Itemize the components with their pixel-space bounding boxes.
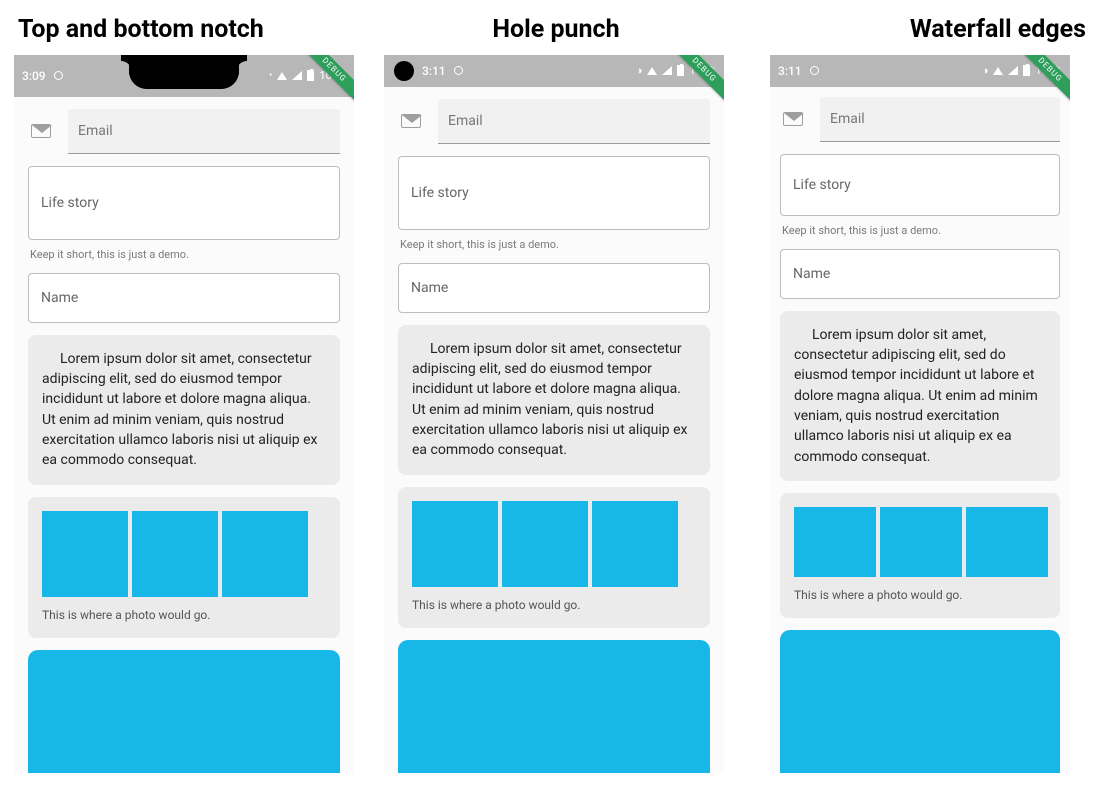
battery-icon <box>677 65 684 76</box>
name-field[interactable]: Name <box>28 273 340 323</box>
hardware-holepunch <box>394 61 414 81</box>
thumb-caption: This is where a photo would go. <box>42 607 326 624</box>
hardware-notch <box>129 55 239 89</box>
status-time: 3:11 <box>422 64 446 78</box>
lorem-text: Lorem ipsum dolor sit amet, consectetur … <box>412 339 696 461</box>
thumb-row <box>412 501 696 587</box>
dot-icon: • <box>269 70 272 81</box>
life-story-helper: Keep it short, this is just a demo. <box>780 224 1060 237</box>
thumb-image <box>132 511 218 597</box>
life-story-helper: Keep it short, this is just a demo. <box>28 248 340 261</box>
lorem-card: Lorem ipsum dolor sit amet, consectetur … <box>780 311 1060 481</box>
email-field[interactable]: Email <box>820 97 1060 142</box>
form-content: Email Life story Keep it short, this is … <box>770 87 1070 618</box>
lorem-card: Lorem ipsum dolor sit amet, consectetur … <box>398 325 710 475</box>
column-waterfall: Waterfall edges 3:11 ◑ 100% DEBUG Email <box>754 10 1086 773</box>
thumb-image <box>966 507 1048 577</box>
email-row: Email <box>780 97 1060 142</box>
life-story-field[interactable]: Life story <box>398 156 710 230</box>
life-story-field[interactable]: Life story <box>28 166 340 240</box>
name-field[interactable]: Name <box>780 249 1060 299</box>
form-content: Email Life story Keep it short, this is … <box>14 97 354 638</box>
status-app-icon <box>454 66 463 75</box>
lorem-text: Lorem ipsum dolor sit amet, consectetur … <box>42 349 326 471</box>
thumbs-card: This is where a photo would go. <box>28 497 340 638</box>
thumb-caption: This is where a photo would go. <box>794 587 1046 604</box>
status-bar: 3:11 ◑ 100% <box>770 55 1070 87</box>
signal-icon <box>292 71 302 80</box>
signal-icon <box>1008 66 1018 75</box>
device-frame: 3:11 ◑ 100% DEBUG Email Life story Keep … <box>770 55 1070 773</box>
column-notch: Top and bottom notch 3:09 • 100% DEBUG E <box>14 10 354 773</box>
eye-icon: ◑ <box>982 64 989 77</box>
email-field[interactable]: Email <box>438 99 710 144</box>
column-title: Hole punch <box>384 10 724 55</box>
thumb-image <box>42 511 128 597</box>
status-app-icon <box>54 71 63 80</box>
device-frame: 3:11 ◑ 100% DEBUG Email Life story Keep … <box>384 55 724 773</box>
thumb-image <box>880 507 962 577</box>
mail-icon <box>31 124 51 138</box>
signal-icon <box>662 66 672 75</box>
large-image <box>398 640 710 773</box>
eye-icon: ◑ <box>636 64 643 77</box>
lorem-card: Lorem ipsum dolor sit amet, consectetur … <box>28 335 340 485</box>
thumbs-card: This is where a photo would go. <box>398 487 710 628</box>
thumb-row <box>42 511 326 597</box>
large-image <box>28 650 340 773</box>
large-image <box>780 630 1060 773</box>
wifi-icon <box>277 72 287 80</box>
wifi-icon <box>993 67 1003 75</box>
thumb-image <box>794 507 876 577</box>
battery-icon <box>307 70 314 81</box>
column-title: Top and bottom notch <box>14 10 354 55</box>
column-holepunch: Hole punch 3:11 ◑ 100% DEBUG Em <box>384 10 724 773</box>
email-row: Email <box>398 99 710 144</box>
column-title: Waterfall edges <box>754 10 1086 55</box>
comparison-row: Top and bottom notch 3:09 • 100% DEBUG E <box>14 10 1086 773</box>
life-story-helper: Keep it short, this is just a demo. <box>398 238 710 251</box>
thumb-image <box>592 501 678 587</box>
name-field[interactable]: Name <box>398 263 710 313</box>
mail-icon <box>783 112 803 126</box>
thumb-row <box>794 507 1046 577</box>
battery-icon <box>1023 65 1030 76</box>
life-story-field[interactable]: Life story <box>780 154 1060 216</box>
mail-icon <box>401 114 421 128</box>
device-frame: 3:09 • 100% DEBUG Email Life story <box>14 55 354 773</box>
form-content: Email Life story Keep it short, this is … <box>384 87 724 628</box>
status-bar: 3:11 ◑ 100% <box>384 55 724 87</box>
status-app-icon <box>810 66 819 75</box>
thumb-caption: This is where a photo would go. <box>412 597 696 614</box>
status-bar: 3:09 • 100% <box>14 55 354 97</box>
thumbs-card: This is where a photo would go. <box>780 493 1060 618</box>
wifi-icon <box>647 67 657 75</box>
email-row: Email <box>28 109 340 154</box>
lorem-text: Lorem ipsum dolor sit amet, consectetur … <box>794 325 1046 467</box>
thumb-image <box>412 501 498 587</box>
thumb-image <box>222 511 308 597</box>
thumb-image <box>502 501 588 587</box>
status-time: 3:11 <box>778 64 802 78</box>
email-field[interactable]: Email <box>68 109 340 154</box>
status-time: 3:09 <box>22 69 46 83</box>
